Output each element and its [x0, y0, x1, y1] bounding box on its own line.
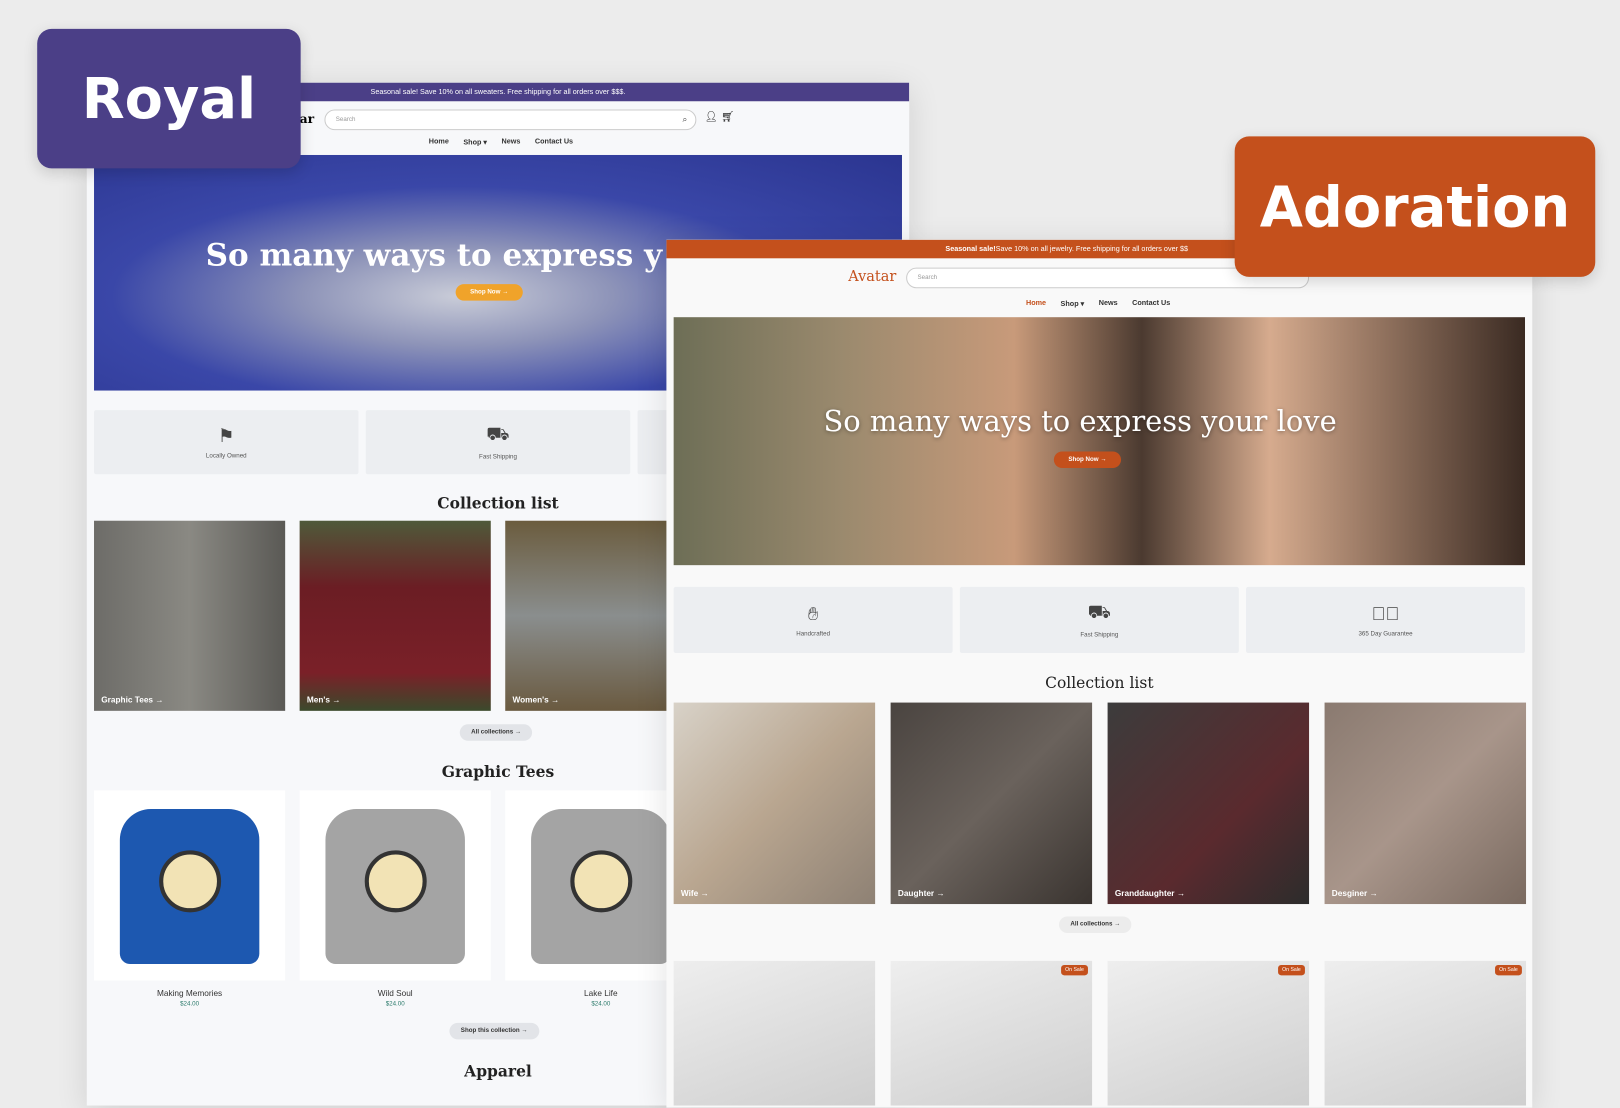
- product-card[interactable]: On Sale: [1107, 960, 1310, 1106]
- feature-guarantee: ✓⃝ 365 Day Guarantee: [1246, 586, 1526, 653]
- truck-icon: ⛟: [1087, 601, 1112, 622]
- hero-banner: So many ways to express your love Shop N…: [673, 317, 1526, 566]
- product-card[interactable]: [94, 790, 286, 981]
- product-card[interactable]: On Sale: [1324, 960, 1527, 1106]
- collection-granddaughter[interactable]: Granddaughter →: [1107, 702, 1310, 905]
- nav-news[interactable]: News: [1099, 300, 1118, 308]
- account-icon[interactable]: 👤︎: [705, 112, 718, 123]
- nav-shop[interactable]: Shop ▾: [1061, 300, 1085, 308]
- product-card[interactable]: [673, 960, 876, 1106]
- all-collections-button[interactable]: All collections →: [459, 724, 533, 741]
- royal-theme-label: Royal: [37, 28, 301, 169]
- logo: Avatar: [848, 268, 897, 286]
- product-price: $24.00: [385, 1001, 405, 1008]
- search-input[interactable]: Search ⌕: [324, 109, 697, 131]
- on-sale-badge: On Sale: [1277, 965, 1305, 976]
- collection-designer[interactable]: Desginer →: [1324, 702, 1527, 905]
- product-card[interactable]: [299, 790, 491, 981]
- nav-shop[interactable]: Shop ▾: [463, 138, 487, 146]
- nav-contact[interactable]: Contact Us: [1132, 300, 1170, 308]
- collection-wife[interactable]: Wife →: [673, 702, 876, 905]
- adoration-theme-preview: Seasonal sale! Save 10% on all jewelry. …: [666, 239, 1533, 1108]
- on-sale-badge: On Sale: [1061, 965, 1088, 976]
- collection-graphic-tees[interactable]: Graphic Tees →: [94, 520, 286, 711]
- product-image: [119, 808, 260, 964]
- feature-locally-owned: ⚑ Locally Owned: [94, 410, 359, 475]
- search-icon[interactable]: ⌕: [682, 115, 687, 125]
- hand-icon: ✋︎: [807, 602, 819, 624]
- product-price: $24.00: [180, 1001, 200, 1008]
- collection-daughter[interactable]: Daughter →: [890, 702, 1093, 905]
- main-nav: Home Shop ▾ News Contact Us: [429, 138, 573, 146]
- shop-now-button[interactable]: Shop Now →: [1053, 451, 1122, 469]
- cart-icon[interactable]: 🛒︎: [721, 112, 734, 123]
- nav-contact[interactable]: Contact Us: [535, 138, 573, 146]
- hero-title: So many ways to express y: [205, 237, 663, 274]
- product-name[interactable]: Wild Soul: [300, 989, 491, 998]
- nav-news[interactable]: News: [502, 138, 521, 146]
- collection-title: Collection list: [1045, 673, 1154, 693]
- on-sale-badge: On Sale: [1494, 965, 1522, 976]
- main-nav: Home Shop ▾ News Contact Us: [1026, 300, 1170, 308]
- flag-icon: ⚑: [217, 425, 235, 446]
- feature-fast-shipping: ⛟ Fast Shipping: [365, 410, 631, 475]
- product-name[interactable]: Making Memories: [94, 989, 285, 998]
- shop-now-button[interactable]: Shop Now →: [455, 284, 523, 301]
- product-image: [531, 808, 671, 964]
- nav-home[interactable]: Home: [1026, 300, 1046, 308]
- feature-fast-shipping: ⛟ Fast Shipping: [959, 586, 1239, 653]
- shop-collection-button[interactable]: Shop this collection →: [449, 1022, 539, 1040]
- nav-home[interactable]: Home: [429, 138, 449, 146]
- feature-handcrafted: ✋︎ Handcrafted: [673, 586, 953, 653]
- collection-mens[interactable]: Men's →: [299, 520, 491, 711]
- hero-title: So many ways to express your love: [823, 403, 1337, 439]
- check-badge-icon: ✓⃝: [1371, 602, 1400, 624]
- all-collections-button[interactable]: All collections →: [1059, 916, 1132, 933]
- logo: ar: [299, 111, 315, 127]
- adoration-theme-label: Adoration: [1234, 136, 1596, 277]
- product-card[interactable]: On Sale: [890, 960, 1093, 1106]
- truck-icon: ⛟: [486, 423, 510, 445]
- product-image: [325, 808, 465, 964]
